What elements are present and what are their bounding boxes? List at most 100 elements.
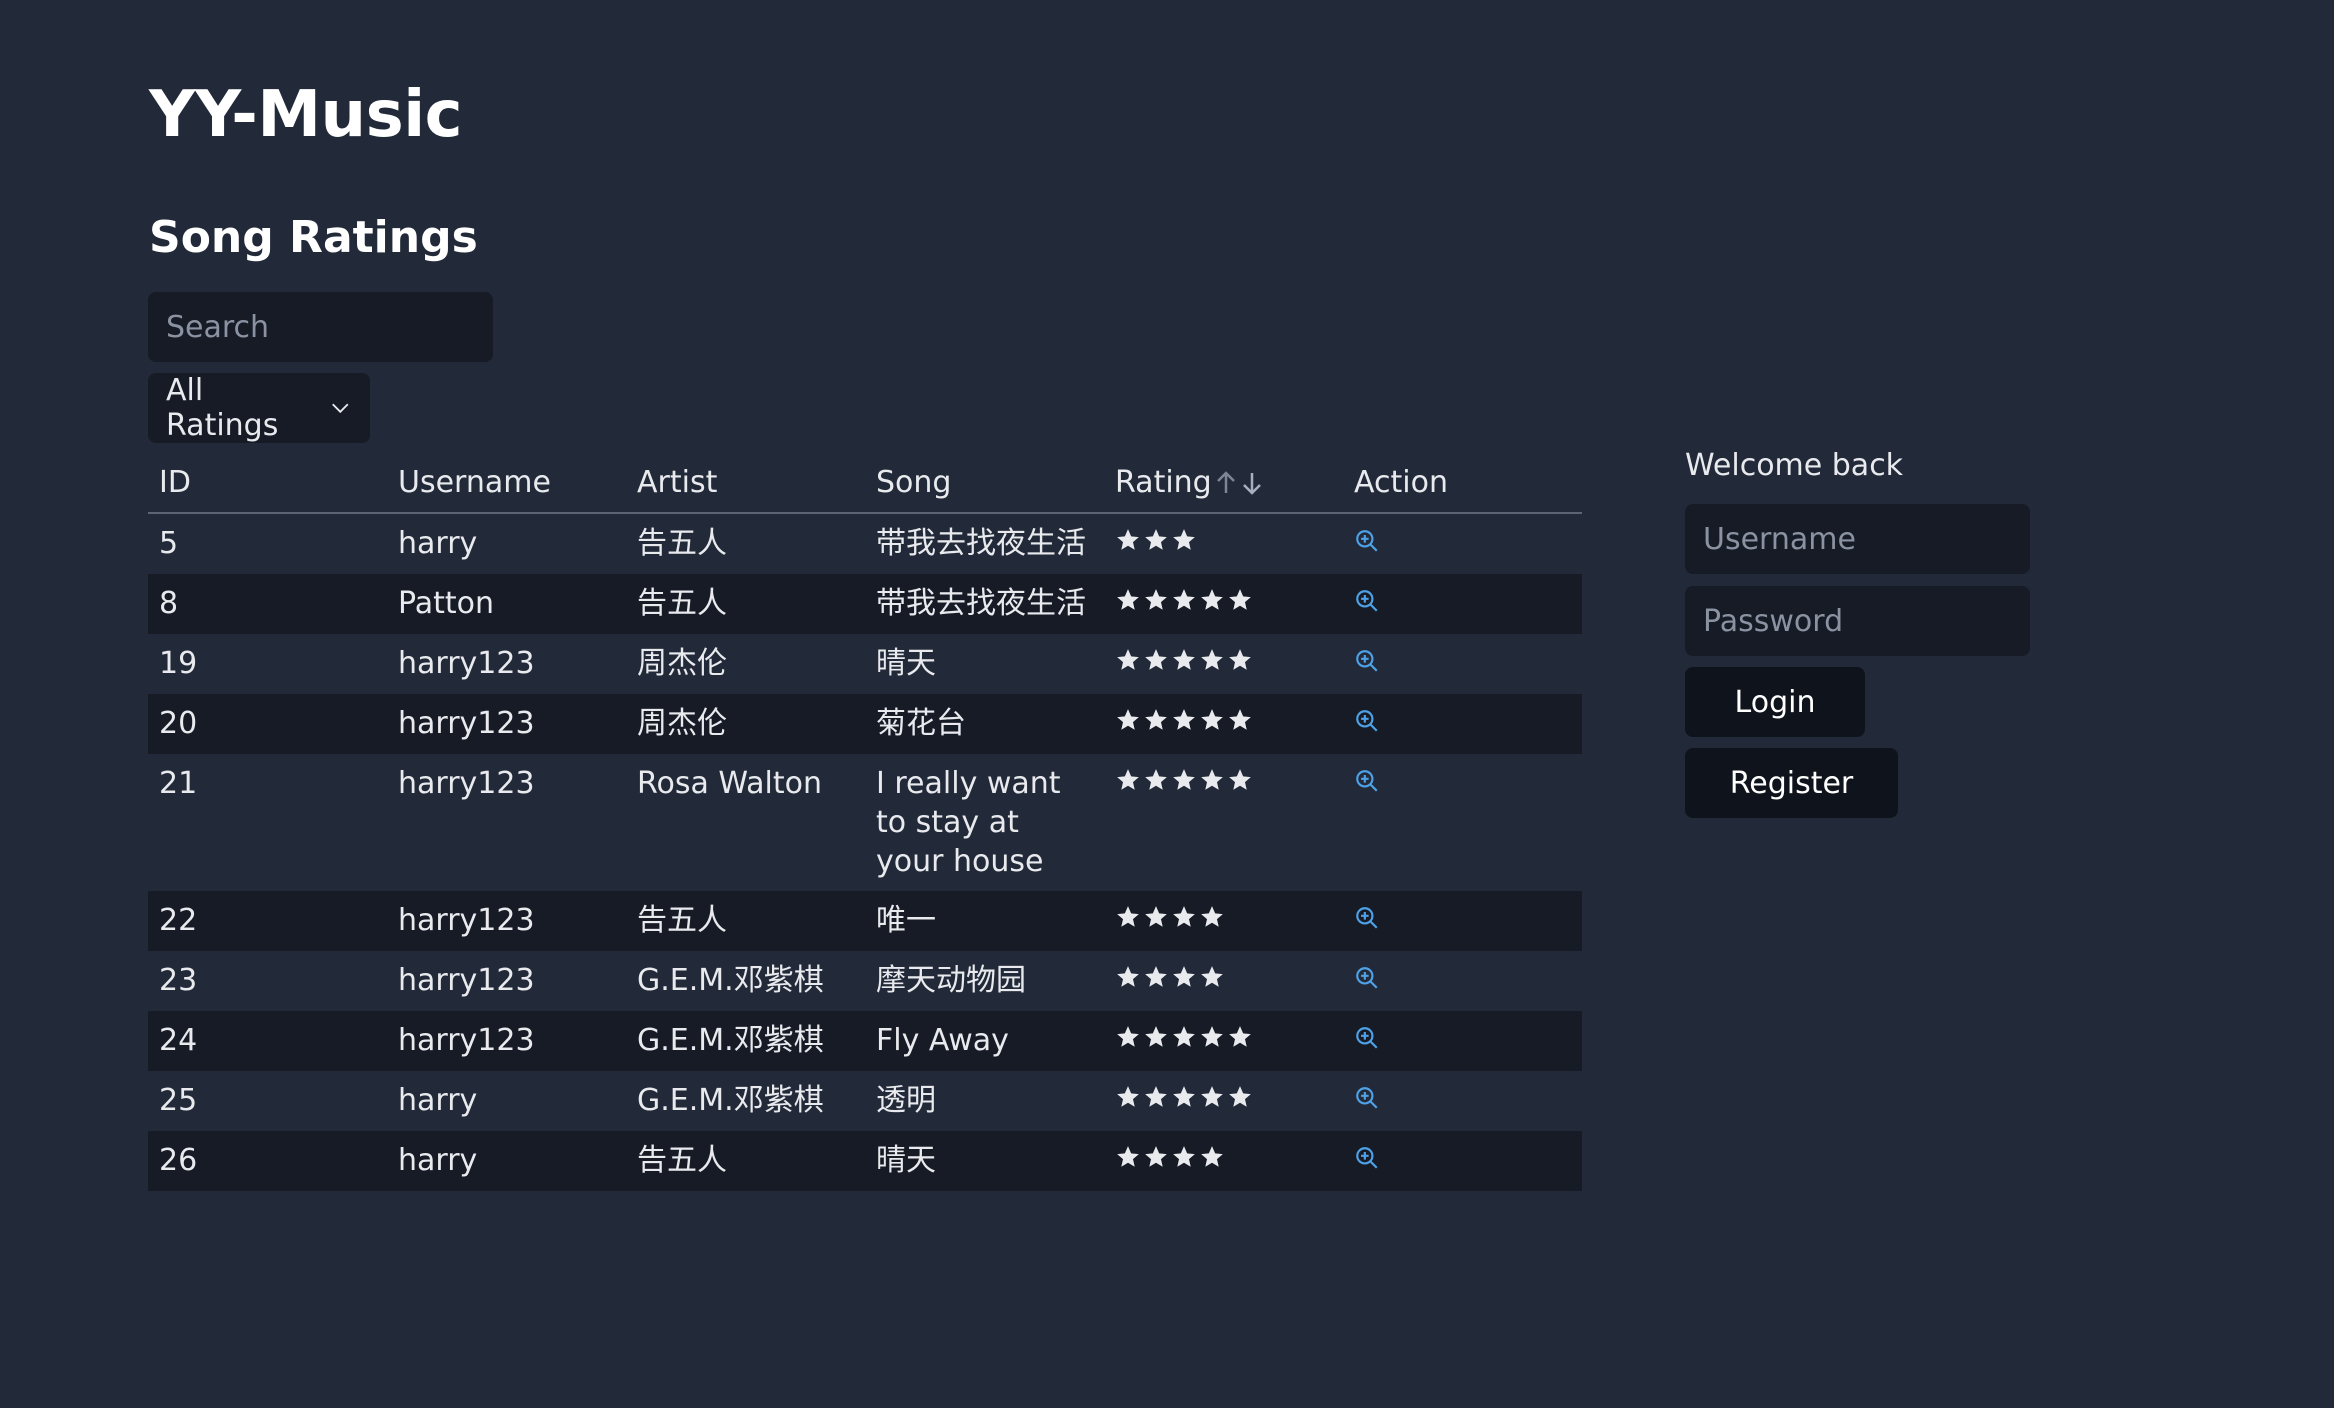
table-row: 26 harry 告五人 晴天 xyxy=(148,1131,1582,1191)
cell-artist: G.E.M.邓紫棋 xyxy=(637,1083,824,1118)
table-row: 22 harry123 告五人 唯一 xyxy=(148,891,1582,951)
cell-song: 唯一 xyxy=(865,891,1104,951)
star-icon xyxy=(1201,906,1223,927)
star-icon xyxy=(1145,769,1167,790)
welcome-text: Welcome back xyxy=(1685,448,1904,483)
zoom-in-icon[interactable] xyxy=(1354,1145,1380,1171)
cell-username: harry123 xyxy=(398,646,535,681)
rating-stars xyxy=(1115,705,1253,733)
cell-action xyxy=(1343,634,1582,694)
ratings-table: ID Username Artist Song Rating Action 5 h… xyxy=(148,452,1582,1191)
zoom-in-icon[interactable] xyxy=(1354,905,1380,931)
cell-song: 菊花台 xyxy=(865,694,1104,754)
cell-username: harry xyxy=(398,526,478,561)
cell-username: harry123 xyxy=(387,694,626,754)
cell-song: 摩天动物园 xyxy=(876,963,1026,998)
login-panel: Welcome back Login Register xyxy=(1685,440,2045,818)
cell-song: I really want to stay at your house xyxy=(876,766,1061,879)
star-icon xyxy=(1229,649,1251,670)
star-icon xyxy=(1117,1026,1139,1047)
table-row: 21 harry123 Rosa Walton I really want to st… xyxy=(148,754,1582,891)
column-header-username[interactable]: Username xyxy=(387,452,626,514)
star-icon xyxy=(1117,709,1139,730)
star-icon xyxy=(1145,1026,1167,1047)
cell-artist: G.E.M.邓紫棋 xyxy=(637,963,824,998)
zoom-in-icon[interactable] xyxy=(1354,1025,1380,1051)
star-icon xyxy=(1229,1086,1251,1107)
zoom-in-icon[interactable] xyxy=(1354,648,1380,674)
column-header-rating[interactable]: Rating xyxy=(1104,452,1343,514)
cell-rating xyxy=(1104,1131,1343,1191)
cell-action xyxy=(1343,754,1582,891)
cell-rating xyxy=(1104,694,1343,754)
app-title: YY-Music xyxy=(149,78,463,152)
cell-id: 22 xyxy=(148,891,387,951)
table-row: 5 harry 告五人 带我去找夜生活 xyxy=(148,513,1582,574)
cell-artist: Rosa Walton xyxy=(637,766,822,801)
rating-filter-label: All Ratings xyxy=(166,373,279,443)
rating-stars xyxy=(1115,1022,1253,1050)
page-title: Song Ratings xyxy=(149,212,478,263)
password-field[interactable] xyxy=(1685,586,2030,656)
star-icon xyxy=(1173,589,1195,610)
cell-song: Fly Away xyxy=(865,1011,1104,1071)
cell-artist: G.E.M.邓紫棋 xyxy=(626,1011,865,1071)
zoom-in-icon[interactable] xyxy=(1354,708,1380,734)
star-icon xyxy=(1229,769,1251,790)
cell-song: 晴天 xyxy=(865,1131,1104,1191)
rating-filter-select[interactable]: All Ratings xyxy=(148,373,370,443)
cell-username: harry xyxy=(398,1083,478,1118)
column-header-song[interactable]: Song xyxy=(865,452,1104,514)
cell-id: 20 xyxy=(148,694,387,754)
cell-action xyxy=(1343,694,1582,754)
cell-action xyxy=(1343,513,1582,574)
cell-id: 26 xyxy=(148,1131,387,1191)
star-icon xyxy=(1173,1146,1195,1167)
rating-stars xyxy=(1115,525,1197,553)
star-icon xyxy=(1117,769,1139,790)
cell-artist: 告五人 xyxy=(626,891,865,951)
cell-rating xyxy=(1104,951,1343,1011)
sort-down-icon[interactable] xyxy=(1240,469,1264,497)
star-icon xyxy=(1145,1086,1167,1107)
sort-up-icon[interactable] xyxy=(1214,469,1238,497)
column-header-action: Action xyxy=(1343,452,1582,514)
star-icon xyxy=(1145,589,1167,610)
cell-artist: 周杰伦 xyxy=(637,646,727,681)
rating-stars xyxy=(1115,962,1225,990)
star-icon xyxy=(1201,966,1223,987)
column-header-id[interactable]: ID xyxy=(148,452,387,514)
star-icon xyxy=(1173,1086,1195,1107)
zoom-in-icon[interactable] xyxy=(1354,1085,1380,1111)
login-button[interactable]: Login xyxy=(1685,667,1865,737)
chevron-down-icon xyxy=(332,403,349,414)
sort-arrows-icon[interactable] xyxy=(1214,469,1264,497)
star-icon xyxy=(1229,589,1251,610)
cell-action xyxy=(1343,891,1582,951)
cell-artist: 告五人 xyxy=(626,574,865,634)
search-input[interactable] xyxy=(148,292,493,362)
star-icon xyxy=(1173,769,1195,790)
rating-stars xyxy=(1115,585,1253,613)
table-row: 25 harry G.E.M.邓紫棋 透明 xyxy=(148,1071,1582,1131)
cell-rating xyxy=(1104,574,1343,634)
table-row: 8 Patton 告五人 带我去找夜生活 xyxy=(148,574,1582,634)
zoom-in-icon[interactable] xyxy=(1354,768,1380,794)
cell-rating xyxy=(1104,1011,1343,1071)
star-icon xyxy=(1117,966,1139,987)
star-icon xyxy=(1145,906,1167,927)
cell-artist: 告五人 xyxy=(626,1131,865,1191)
zoom-in-icon[interactable] xyxy=(1354,588,1380,614)
column-header-artist[interactable]: Artist xyxy=(626,452,865,514)
register-button[interactable]: Register xyxy=(1685,748,1898,818)
cell-id: 19 xyxy=(159,646,198,681)
zoom-in-icon[interactable] xyxy=(1354,965,1380,991)
cell-rating xyxy=(1104,754,1343,891)
star-icon xyxy=(1201,1146,1223,1167)
star-icon xyxy=(1201,769,1223,790)
username-field[interactable] xyxy=(1685,504,2030,574)
cell-action xyxy=(1343,1011,1582,1071)
cell-username: harry123 xyxy=(387,891,626,951)
zoom-in-icon[interactable] xyxy=(1354,528,1380,554)
cell-song: 晴天 xyxy=(876,646,936,681)
